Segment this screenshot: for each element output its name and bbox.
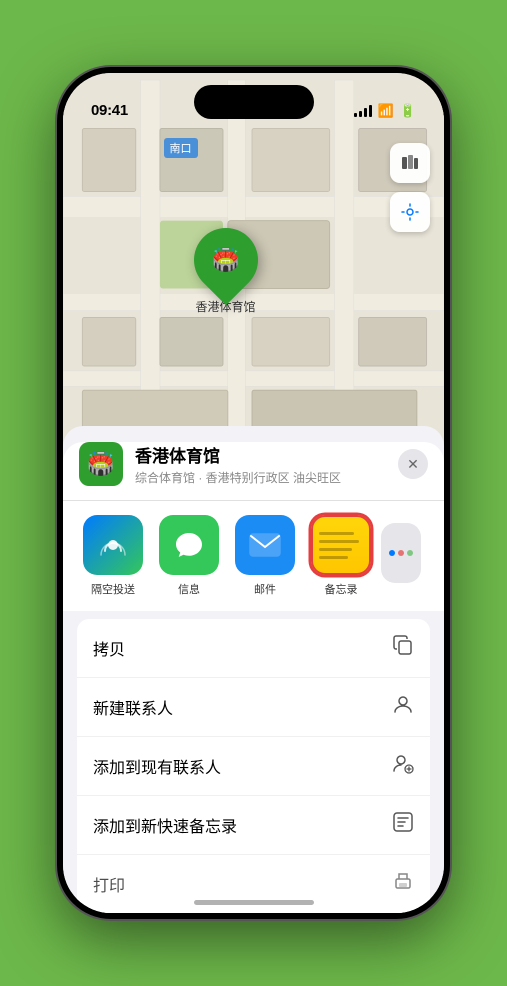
signal-bars: [354, 105, 372, 117]
action-quick-note[interactable]: 添加到新快速备忘录: [77, 796, 430, 855]
print-icon: [392, 870, 414, 898]
airdrop-svg: [97, 529, 129, 561]
bar4: [369, 105, 372, 117]
mail-label: 邮件: [254, 581, 276, 597]
new-contact-icon: [392, 693, 414, 721]
phone-screen: 南口 🏟️ 香港体育馆: [63, 73, 444, 913]
add-existing-icon: [392, 752, 414, 780]
venue-icon: 🏟️: [79, 442, 123, 486]
messages-label: 信息: [178, 581, 200, 597]
notes-lines: [313, 524, 369, 567]
notes-line-4: [319, 556, 348, 559]
share-item-airdrop[interactable]: 隔空投送: [77, 515, 149, 597]
airdrop-icon-wrap: [83, 515, 143, 575]
mail-svg: [248, 532, 282, 558]
share-row: 隔空投送 信息: [63, 501, 444, 611]
bar3: [364, 108, 367, 117]
quick-note-icon: [392, 811, 414, 839]
battery-icon: 🔋: [400, 103, 416, 119]
print-label: 打印: [93, 872, 125, 896]
venue-name: 香港体育馆: [135, 442, 398, 467]
action-list: 拷贝 新建联系人: [77, 619, 430, 913]
status-icons: 📶 🔋: [354, 103, 416, 119]
airdrop-label: 隔空投送: [91, 581, 135, 597]
bar2: [359, 111, 362, 117]
bar1: [354, 113, 357, 117]
quick-note-label: 添加到新快速备忘录: [93, 813, 237, 837]
close-button[interactable]: ✕: [398, 449, 428, 479]
more-dots-row-1: [389, 551, 413, 555]
add-existing-label: 添加到现有联系人: [93, 754, 221, 778]
venue-pin: 🏟️ 香港体育馆: [194, 228, 258, 315]
notes-label: 备忘录: [325, 581, 358, 597]
dot2: [398, 550, 404, 556]
messages-svg: [172, 529, 206, 561]
home-indicator: [194, 900, 314, 905]
status-time: 09:41: [91, 102, 128, 119]
notes-line-1: [319, 532, 354, 535]
pin-emoji: 🏟️: [212, 247, 239, 273]
share-item-mail[interactable]: 邮件: [229, 515, 301, 597]
pin-inner: 🏟️: [202, 236, 250, 284]
venue-emoji: 🏟️: [87, 451, 114, 477]
action-new-contact[interactable]: 新建联系人: [77, 678, 430, 737]
dot3: [407, 550, 413, 556]
notes-line-3: [319, 548, 352, 551]
bottom-sheet: 🏟️ 香港体育馆 综合体育馆 · 香港特别行政区 油尖旺区 ✕: [63, 426, 444, 913]
messages-icon-wrap: [159, 515, 219, 575]
map-type-button[interactable]: [390, 143, 430, 183]
share-item-more[interactable]: [381, 523, 421, 589]
more-icon-wrap: [381, 523, 421, 583]
map-entrance-label: 南口: [164, 138, 198, 158]
venue-subtitle: 综合体育馆 · 香港特别行政区 油尖旺区: [135, 469, 398, 486]
venue-header: 🏟️ 香港体育馆 综合体育馆 · 香港特别行政区 油尖旺区 ✕: [63, 442, 444, 501]
new-contact-label: 新建联系人: [93, 695, 173, 719]
action-copy[interactable]: 拷贝: [77, 619, 430, 678]
dot1: [389, 550, 395, 556]
share-item-messages[interactable]: 信息: [153, 515, 225, 597]
notes-line-2: [319, 540, 359, 543]
map-controls: [390, 143, 430, 240]
phone-frame: 南口 🏟️ 香港体育馆: [57, 67, 450, 919]
location-button[interactable]: [390, 192, 430, 232]
pin-circle: 🏟️: [180, 215, 271, 306]
action-add-existing[interactable]: 添加到现有联系人: [77, 737, 430, 796]
share-item-notes[interactable]: 备忘录: [305, 515, 377, 597]
dynamic-island: [194, 85, 314, 119]
notes-icon-wrap: [311, 515, 371, 575]
copy-icon: [392, 634, 414, 662]
copy-label: 拷贝: [93, 636, 125, 660]
wifi-icon: 📶: [378, 103, 394, 119]
venue-info: 香港体育馆 综合体育馆 · 香港特别行政区 油尖旺区: [135, 442, 398, 486]
mail-icon-wrap: [235, 515, 295, 575]
